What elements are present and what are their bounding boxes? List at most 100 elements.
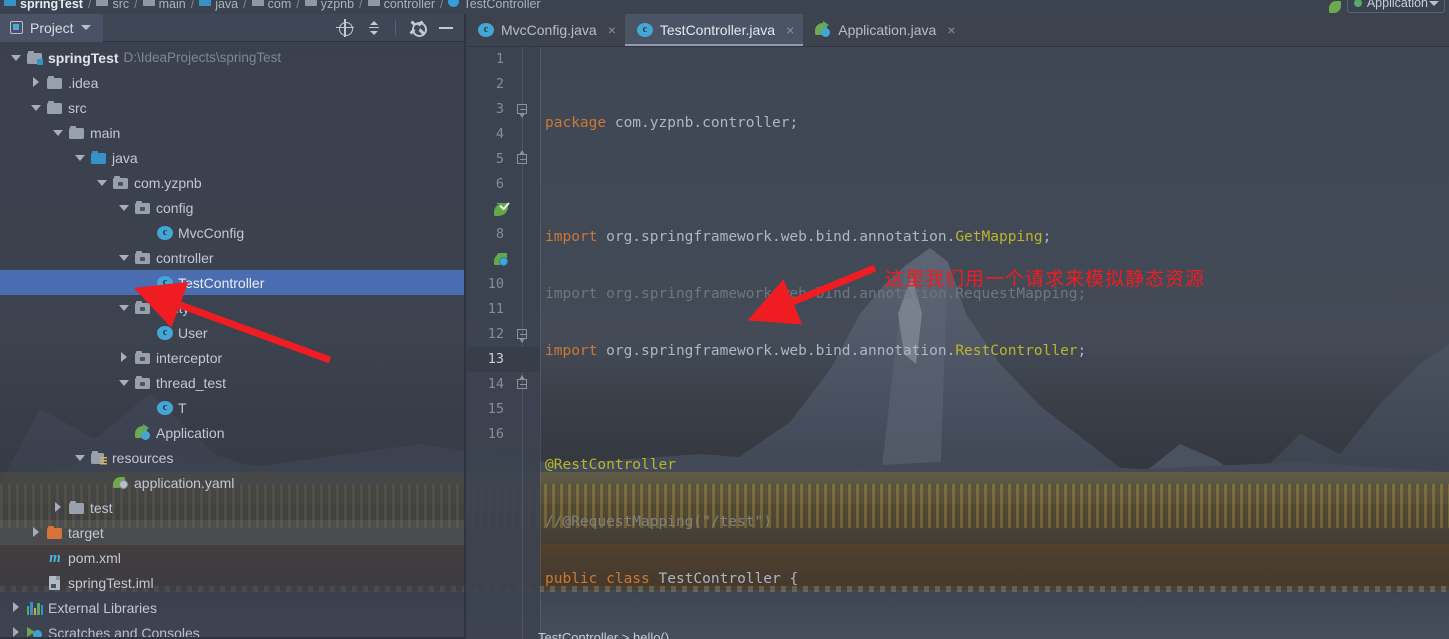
expand-arrow[interactable] [11,52,22,63]
gutter-line: 3 [466,97,540,122]
breadcrumb-item-com[interactable]: com [251,0,291,11]
expand-arrow[interactable] [75,452,86,463]
expand-arrow[interactable] [31,527,42,538]
code-editor[interactable]: 1 2 3 4 5 6 7 8 9 10 11 12 [466,47,1449,639]
tree-node-User[interactable]: User [0,320,466,345]
expand-arrow[interactable] [75,152,86,163]
java-class-icon [157,226,173,240]
editor-bottom-breadcrumb[interactable]: TestController > hello() [466,623,1449,639]
gutter-line: 1 [495,51,504,67]
spring-component-gutter-icon[interactable] [494,202,509,217]
breadcrumb-item-main[interactable]: main [142,0,186,11]
tree-node-interceptor[interactable]: interceptor [0,345,466,370]
package-icon [113,175,129,191]
chevron-down-icon[interactable] [80,25,91,30]
breadcrumb-item-controller[interactable]: controller [367,0,435,11]
package-icon [251,0,264,6]
expand-arrow[interactable] [31,77,42,88]
expand-arrow[interactable] [119,252,130,263]
hide-panel-icon[interactable] [438,20,454,36]
code-text[interactable]: package com.yzpnb.controller; import org… [540,47,1449,639]
breadcrumb-item-module[interactable]: springTest [4,0,83,11]
tree-node-springTest-iml[interactable]: springTest.iml [0,570,466,595]
tree-node-label: src [68,99,87,116]
tab-TestController-java[interactable]: TestController.java × [624,14,804,46]
project-icon [10,21,23,34]
breadcrumb: springTest / src / main / java / com / y… [0,0,541,14]
tree-node-Application[interactable]: Application [0,420,466,445]
settings-gear-icon[interactable] [409,20,427,37]
folder-icon [69,125,85,141]
tree-node-label: com.yzpnb [134,174,202,191]
breadcrumb-item-yzpnb[interactable]: yzpnb [304,0,354,11]
package-icon [135,375,151,391]
expand-arrow[interactable] [119,377,130,388]
expand-arrow[interactable] [97,177,108,188]
breadcrumb-item-java[interactable]: java [199,0,238,11]
expand-arrow[interactable] [53,127,64,138]
expand-arrow[interactable] [53,502,64,513]
editor-tab-bar: MvcConfig.java × TestController.java × A… [466,14,1449,47]
iml-file-icon [47,575,63,591]
tab-Application-java[interactable]: Application.java × [803,14,964,46]
resources-folder-icon [91,450,107,466]
tree-node-label: main [90,124,121,141]
tree-node-label: application.yaml [134,474,235,491]
fold-marker-icon[interactable] [517,329,528,343]
tree-node-pom-xml[interactable]: pom.xml [0,545,466,570]
spring-bean-gutter-icon[interactable] [494,252,509,267]
locate-icon[interactable] [336,18,354,37]
breadcrumb-item-src[interactable]: src [96,0,129,11]
close-icon[interactable]: × [947,23,955,37]
tab-MvcConfig-java[interactable]: MvcConfig.java × [466,14,625,46]
tree-node-label: T [178,399,187,416]
tree-node-test[interactable]: test [0,495,466,520]
tree-node-resources[interactable]: resources [0,445,466,470]
expand-arrow[interactable] [119,202,130,213]
fold-marker-icon[interactable] [517,375,528,390]
tree-node-config[interactable]: config [0,195,466,220]
fold-marker-icon[interactable] [517,150,528,165]
tree-node-src[interactable]: src [0,95,466,120]
close-icon[interactable]: × [608,23,616,37]
tree-node-controller[interactable]: controller [0,245,466,270]
tree-node-idea[interactable]: .idea [0,70,466,95]
breadcrumb-item-class[interactable]: TestController [448,0,541,11]
panel-editor-divider[interactable] [464,14,466,639]
expand-arrow[interactable] [119,352,130,363]
line-number-gutter[interactable]: 1 2 3 4 5 6 7 8 9 10 11 12 [466,47,540,639]
tree-node-label: User [178,324,208,341]
toolbar-right: Application [1328,0,1445,14]
tree-node-path: D:\IdeaProjects\springTest [123,50,282,65]
tree-node-java[interactable]: java [0,145,466,170]
tree-node-main[interactable]: main [0,120,466,145]
fold-marker-icon[interactable] [517,104,528,118]
external-libraries-icon [27,601,44,615]
tree-node-springTest[interactable]: springTest D:\IdeaProjects\springTest [0,45,466,70]
tree-node-MvcConfig[interactable]: MvcConfig [0,220,466,245]
tree-node-external-libraries[interactable]: External Libraries [0,595,466,620]
package-icon [304,0,317,6]
breadcrumb-label: java [215,0,239,11]
tree-node-TestController[interactable]: TestController [0,270,466,295]
tree-node-target[interactable]: target [0,520,466,545]
collapse-all-icon[interactable] [366,20,382,36]
breadcrumb-separator: / [87,0,92,11]
tree-node-entity[interactable]: entity [0,295,466,320]
java-class-icon [478,23,494,37]
breadcrumb-label: springTest [20,0,83,11]
expand-arrow-placeholder [31,577,42,588]
expand-arrow[interactable] [31,102,42,113]
project-tree[interactable]: springTest D:\IdeaProjects\springTest .i… [0,42,466,639]
gutter-line: 5 [466,147,540,172]
tree-node-application-yaml[interactable]: application.yaml [0,470,466,495]
tree-node-com-yzpnb[interactable]: com.yzpnb [0,170,466,195]
expand-arrow-placeholder [31,552,42,563]
expand-arrow[interactable] [119,302,130,313]
tree-node-T[interactable]: T [0,395,466,420]
tree-node-thread_test[interactable]: thread_test [0,370,466,395]
tab-project[interactable]: Project [0,14,103,42]
expand-arrow[interactable] [11,602,22,613]
run-configuration-selector[interactable]: Application [1346,0,1445,13]
close-icon[interactable]: × [786,23,794,37]
